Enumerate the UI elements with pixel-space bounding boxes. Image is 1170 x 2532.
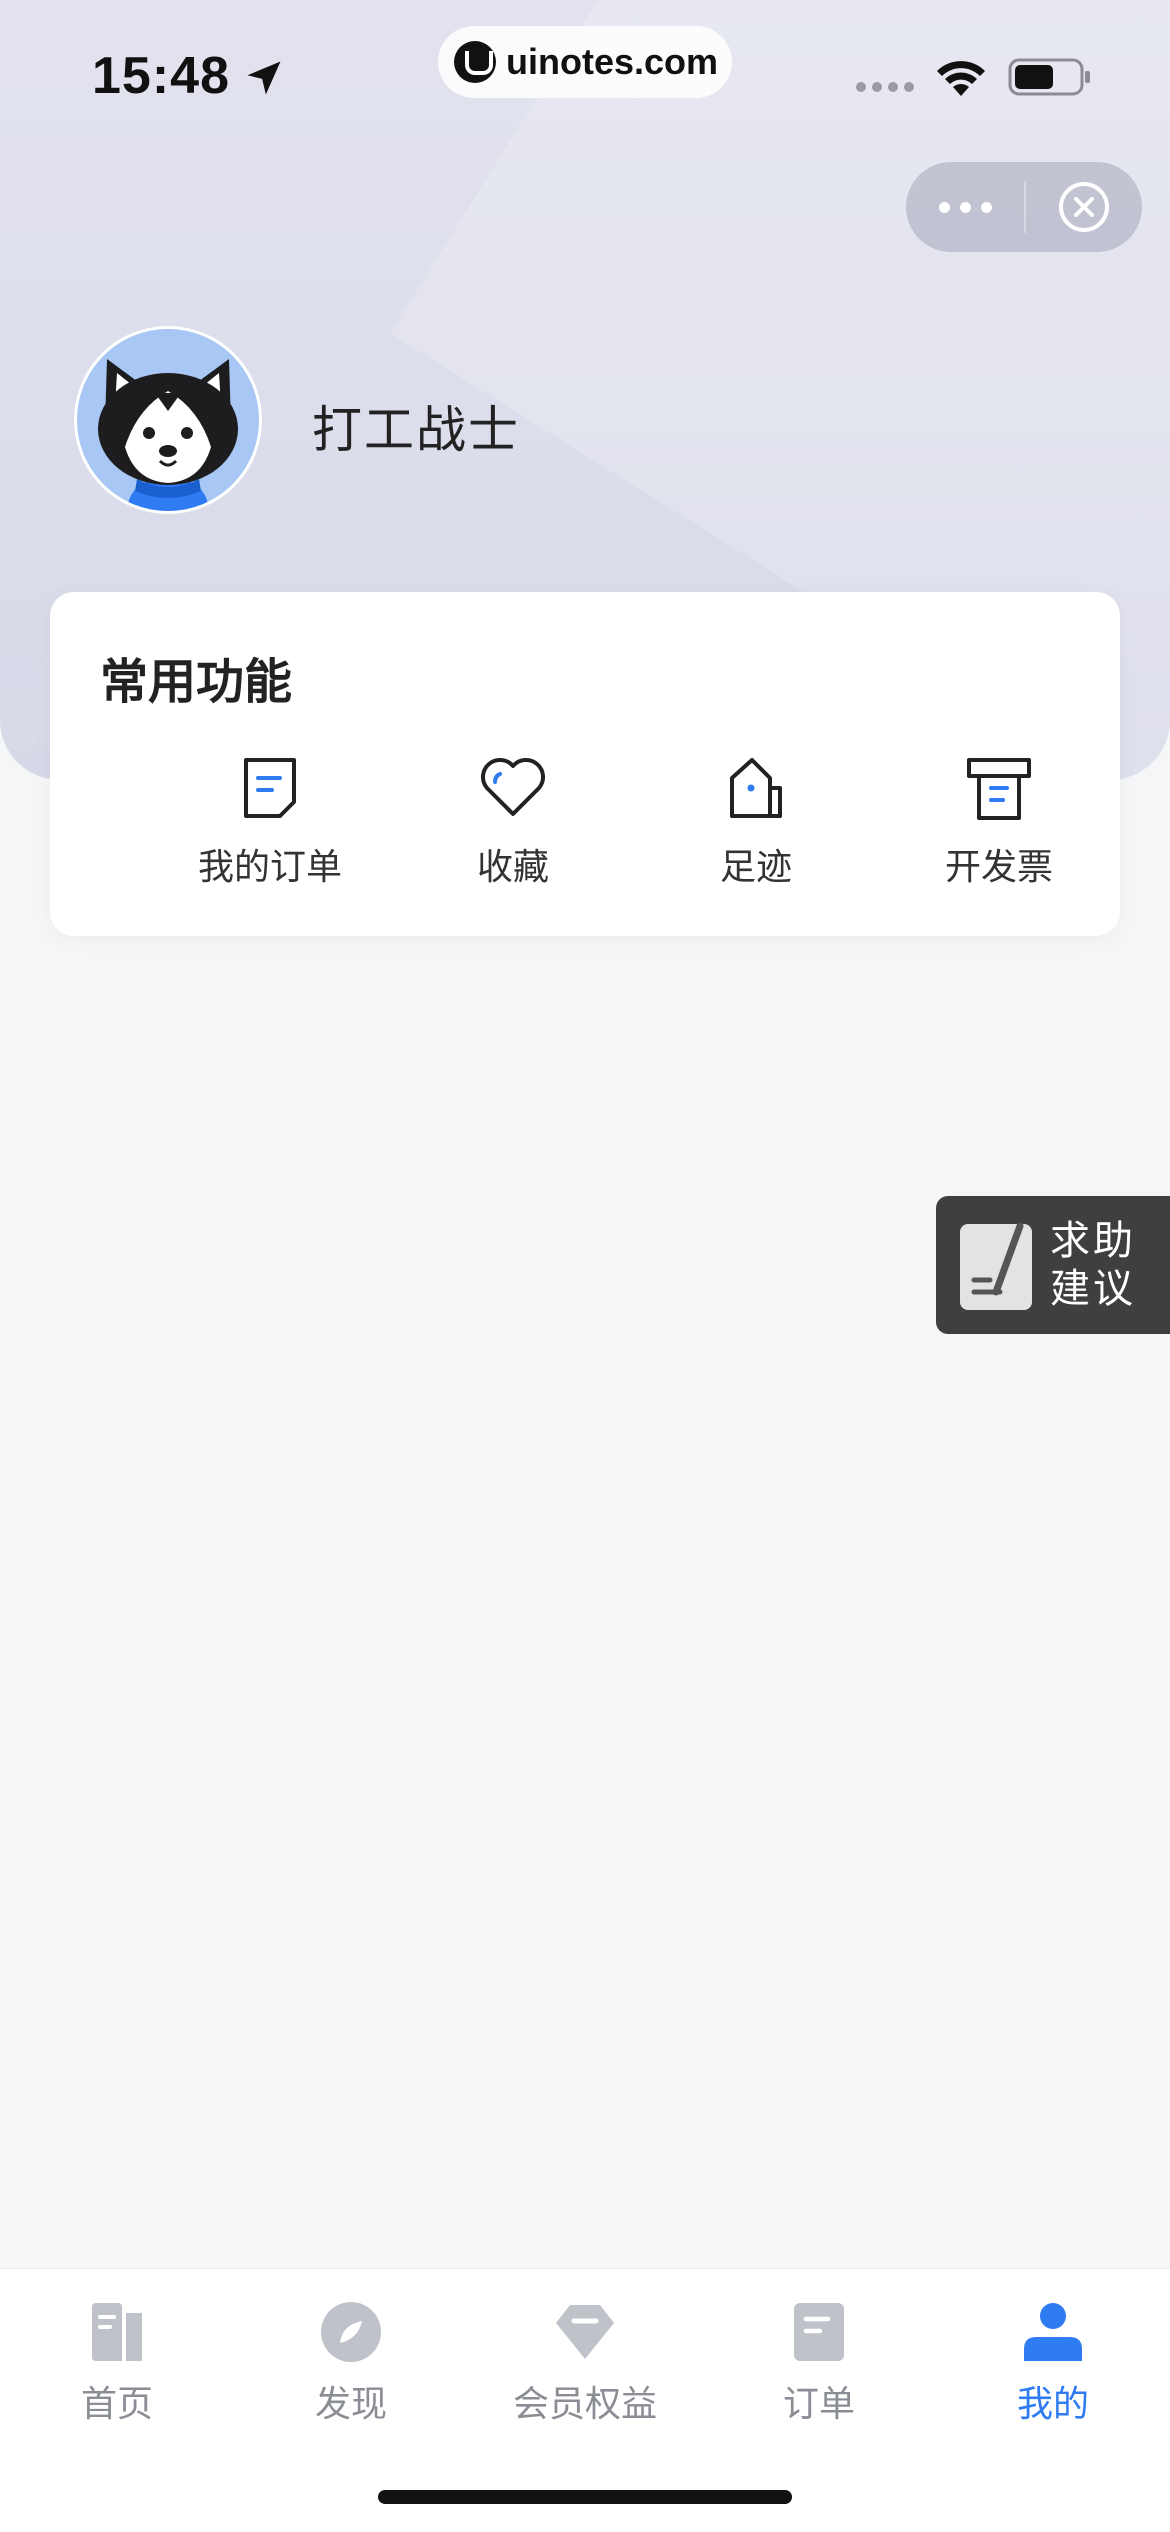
tab-orders[interactable]: 订单 [702,2299,936,2429]
tab-label: 首页 [80,2384,153,2425]
user-icon [1024,2303,1082,2361]
order-doc-icon [244,758,296,818]
function-label: 足迹 [719,847,792,888]
common-functions-card: 常用功能 我的订单 收藏 足迹 开发票 [50,592,1120,936]
order-icon [794,2303,844,2361]
close-circle-icon [1059,182,1109,232]
husky-avatar-icon [77,329,259,511]
function-label: 我的订单 [197,847,342,888]
feedback-pen-icon [960,1222,1032,1310]
function-label: 开发票 [944,847,1053,888]
invoice-printer-icon [967,758,1031,820]
signal-icon [856,82,914,92]
tab-label: 我的 [1016,2384,1089,2425]
url-pill[interactable]: uinotes.com [438,26,732,98]
card-title: 常用功能 [100,654,293,710]
close-button[interactable] [1026,162,1142,252]
tab-discover[interactable]: 发现 [234,2299,468,2429]
profile-page: 15:48 uinotes.com 打工战士 常用功能 我的订单 收藏 足迹 开… [0,0,1170,2532]
site-logo-icon [454,41,496,83]
tab-home[interactable]: 首页 [0,2299,234,2429]
location-arrow-icon [247,61,281,95]
diamond-icon [556,2305,614,2359]
tab-label: 订单 [782,2384,855,2425]
footprint-house-icon [730,758,782,818]
function-item-invoice[interactable]: 开发票 [899,752,1099,902]
help-suggestion-button[interactable]: 求助 建议 [936,1196,1170,1334]
tab-mine[interactable]: 我的 [936,2299,1170,2429]
url-text: uinotes.com [506,41,719,82]
wifi-icon [937,61,985,96]
home-indicator[interactable] [378,2490,792,2504]
function-row: 我的订单 收藏 足迹 开发票 [50,752,1120,902]
heart-icon [481,758,545,816]
function-label: 收藏 [476,847,549,888]
function-item-favorites[interactable]: 收藏 [413,752,613,902]
tab-label: 会员权益 [512,2384,657,2425]
compass-icon [321,2302,381,2362]
function-item-footprint[interactable]: 足迹 [656,752,856,902]
help-line-1: 求助 [1050,1218,1136,1264]
status-time: 15:48 [92,47,230,105]
home-book-icon [92,2303,142,2361]
avatar[interactable] [74,326,262,514]
battery-icon [1008,58,1090,96]
help-text: 求助 建议 [1050,1217,1136,1313]
more-dots-icon[interactable] [906,162,1024,252]
username[interactable]: 打工战士 [312,390,520,462]
help-line-2: 建议 [1050,1266,1136,1312]
tab-member-benefits[interactable]: 会员权益 [468,2299,702,2429]
function-item-my-orders[interactable]: 我的订单 [170,752,370,902]
tab-label: 发现 [314,2384,387,2425]
miniprogram-capsule [906,162,1142,252]
